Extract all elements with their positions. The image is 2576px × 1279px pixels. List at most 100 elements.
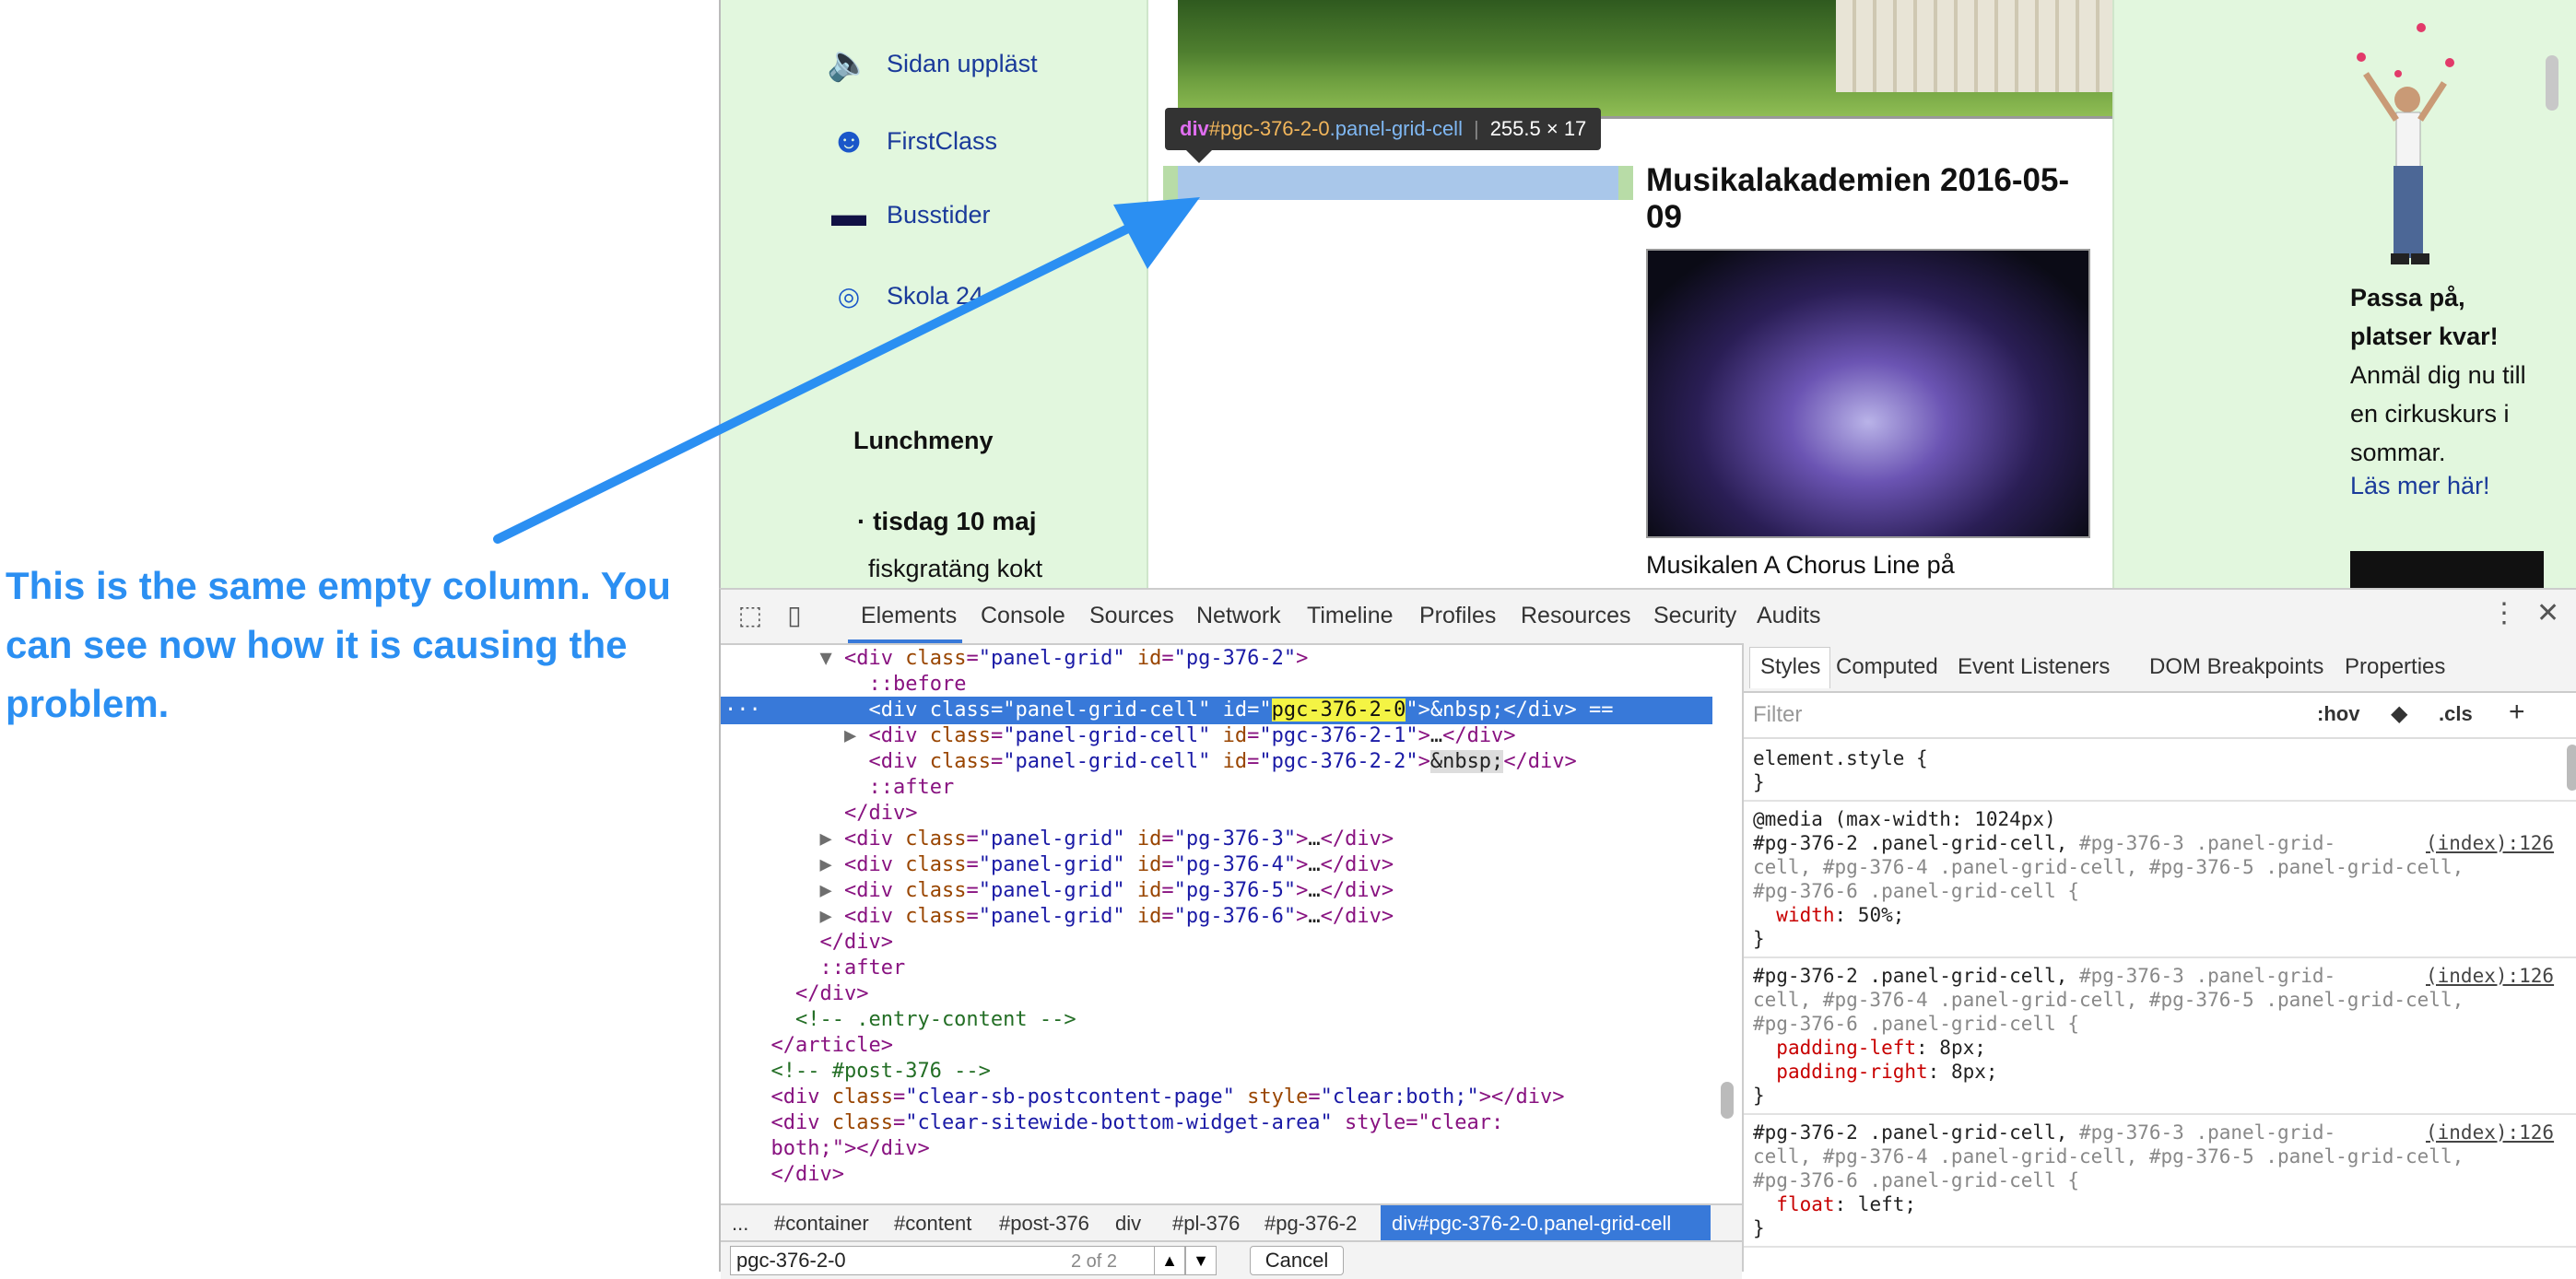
- dom-node[interactable]: </div>: [795, 980, 868, 1008]
- tab-elements[interactable]: Elements: [861, 603, 957, 629]
- search-next-button[interactable]: ▼: [1185, 1246, 1217, 1275]
- dom-node-selected[interactable]: <div class="panel-grid-cell" id="pgc-376…: [869, 697, 1614, 724]
- promo-thumbnail[interactable]: [2350, 551, 2544, 588]
- rule-selector[interactable]: #pg-376-2 .panel-grid-cell, #pg-376-3 .p…: [1753, 831, 2554, 855]
- media-query[interactable]: @media (max-width: 1024px): [1753, 807, 2056, 831]
- cls-toggle[interactable]: .cls: [2439, 702, 2473, 726]
- styles-filter-input[interactable]: Filter: [1753, 702, 1802, 728]
- styles-scrollbar[interactable]: [2567, 745, 2576, 791]
- dom-node[interactable]: <!-- #post-376 -->: [771, 1058, 991, 1085]
- styles-tab-dom-breakpoints[interactable]: DOM Breakpoints: [2149, 654, 2323, 680]
- new-rule-button[interactable]: +: [2509, 697, 2525, 728]
- rule-selector-cont[interactable]: cell, #pg-376-4 .panel-grid-cell, #pg-37…: [1753, 988, 2464, 1012]
- close-icon[interactable]: ✕: [2536, 597, 2559, 629]
- elements-tree[interactable]: <div class="panel-grid-cell" id="pgc-376…: [721, 643, 1742, 1207]
- tab-resources[interactable]: Resources: [1521, 603, 1631, 629]
- rule-selector-cont[interactable]: #pg-376-6 .panel-grid-cell {: [1753, 879, 2079, 903]
- concert-image[interactable]: [1646, 249, 2090, 538]
- rule-selector-cont[interactable]: cell, #pg-376-4 .panel-grid-cell, #pg-37…: [1753, 1144, 2464, 1168]
- breadcrumb-item[interactable]: #pl-376: [1172, 1212, 1240, 1236]
- elements-scrollbar[interactable]: [1721, 1082, 1734, 1119]
- dom-node[interactable]: both;"></div>: [771, 1135, 930, 1163]
- rule-selector[interactable]: #pg-376-2 .panel-grid-cell, #pg-376-3 .p…: [1753, 1121, 2554, 1144]
- read-more-link[interactable]: Läs mer här!: [2350, 472, 2490, 500]
- paint-icon[interactable]: ◆: [2391, 700, 2407, 727]
- styles-tab-properties[interactable]: Properties: [2345, 654, 2445, 680]
- device-mode-icon[interactable]: ▯: [778, 599, 811, 632]
- breadcrumb: div#pgc-376-2-0.panel-grid-cell ... #cont…: [721, 1203, 1742, 1242]
- page-scrollbar[interactable]: [2546, 55, 2558, 111]
- sidebar-item-busstider[interactable]: ▬ Busstider: [824, 190, 991, 240]
- tooltip-tag: div: [1180, 117, 1209, 140]
- expand-triangle-icon[interactable]: ▶: [820, 905, 832, 928]
- dom-node[interactable]: ::after: [869, 774, 955, 802]
- tab-sources[interactable]: Sources: [1089, 603, 1174, 629]
- dom-node[interactable]: <div class="panel-grid-cell" id="pgc-376…: [869, 748, 1577, 776]
- breadcrumb-item[interactable]: #container: [774, 1212, 869, 1236]
- sidebar-item-skola24[interactable]: ◎ Skola 24: [824, 271, 983, 321]
- breadcrumb-item[interactable]: ...: [732, 1212, 748, 1236]
- sidebar-item-label: Sidan uppläst: [887, 49, 1038, 77]
- lunch-day: · tisdag 10 maj: [857, 507, 1037, 535]
- sidebar-item-sidan-upplast[interactable]: 🔈 Sidan uppläst: [824, 39, 1038, 88]
- element-style-selector[interactable]: element.style {: [1753, 746, 1928, 770]
- rule-selector-cont[interactable]: #pg-376-6 .panel-grid-cell {: [1753, 1012, 2079, 1036]
- expand-triangle-icon[interactable]: ▶: [820, 853, 832, 876]
- expand-triangle-icon[interactable]: ▼: [820, 647, 832, 670]
- hov-toggle[interactable]: :hov: [2317, 702, 2359, 726]
- styles-tab-computed[interactable]: Computed: [1836, 654, 1938, 680]
- dom-node[interactable]: ▶ <div class="panel-grid-cell" id="pgc-3…: [844, 722, 1516, 750]
- cell-padding-right: [1618, 166, 1633, 200]
- expand-triangle-icon[interactable]: ▶: [820, 879, 832, 902]
- dom-node[interactable]: </div>: [844, 800, 917, 827]
- dom-node[interactable]: ▶ <div class="panel-grid" id="pg-376-6">…: [820, 903, 1394, 931]
- breadcrumb-item[interactable]: #post-376: [999, 1212, 1089, 1236]
- styles-tab-event-listeners[interactable]: Event Listeners: [1958, 654, 2110, 680]
- breadcrumb-item[interactable]: #pg-376-2: [1264, 1212, 1357, 1236]
- rule-selector-cont[interactable]: cell, #pg-376-4 .panel-grid-cell, #pg-37…: [1753, 855, 2464, 879]
- rule-close[interactable]: }: [1753, 927, 1765, 951]
- cell-padding-left: [1163, 166, 1178, 200]
- expand-triangle-icon[interactable]: ▶: [820, 827, 832, 851]
- tab-console[interactable]: Console: [981, 603, 1065, 629]
- cancel-button[interactable]: Cancel: [1250, 1246, 1344, 1275]
- sidebar-item-firstclass[interactable]: ☻ FirstClass: [824, 116, 997, 166]
- dom-node[interactable]: </article>: [771, 1032, 893, 1060]
- breadcrumb-item[interactable]: #content: [894, 1212, 971, 1236]
- rule-close[interactable]: }: [1753, 1084, 1765, 1108]
- tab-profiles[interactable]: Profiles: [1419, 603, 1496, 629]
- style-property[interactable]: float: left;: [1753, 1192, 1916, 1216]
- dom-node[interactable]: <!-- .entry-content -->: [795, 1006, 1076, 1034]
- dom-node[interactable]: <div class="clear-sb-postcontent-page" s…: [771, 1084, 1565, 1111]
- expand-triangle-icon[interactable]: ▶: [844, 724, 856, 747]
- breadcrumb-item[interactable]: div: [1115, 1212, 1141, 1236]
- tooltip-id: #pgc-376-2-0: [1208, 117, 1330, 140]
- search-prev-button[interactable]: ▲: [1154, 1246, 1185, 1275]
- article-title[interactable]: Musikalakademien 2016-05-09: [1646, 162, 2098, 236]
- more-options-icon[interactable]: ⋮: [2490, 597, 2518, 629]
- inspect-element-icon[interactable]: ⬚: [734, 599, 767, 632]
- selected-dom-node[interactable]: <div class="panel-grid-cell" id="pgc-376…: [721, 697, 1712, 724]
- tab-security[interactable]: Security: [1653, 603, 1736, 629]
- rule-selector-cont[interactable]: #pg-376-6 .panel-grid-cell {: [1753, 1168, 2079, 1192]
- dom-node[interactable]: ::before: [869, 671, 967, 698]
- breadcrumb-selected[interactable]: div#pgc-376-2-0.panel-grid-cell: [1381, 1205, 1711, 1242]
- styles-tab-styles[interactable]: Styles: [1760, 654, 1820, 680]
- dom-node[interactable]: </div>: [771, 1161, 844, 1189]
- dom-node[interactable]: <div class="clear-sitewide-bottom-widget…: [771, 1109, 1504, 1137]
- rule-close[interactable]: }: [1753, 1216, 1765, 1240]
- dom-node[interactable]: ::after: [820, 955, 906, 982]
- tab-timeline[interactable]: Timeline: [1307, 603, 1394, 629]
- rule-close[interactable]: }: [1753, 770, 1765, 794]
- dom-node[interactable]: ▶ <div class="panel-grid" id="pg-376-3">…: [820, 826, 1394, 853]
- style-property[interactable]: width: 50%;: [1753, 903, 1904, 927]
- tab-network[interactable]: Network: [1196, 603, 1281, 629]
- tab-audits[interactable]: Audits: [1757, 603, 1820, 629]
- dom-node[interactable]: ▶ <div class="panel-grid" id="pg-376-5">…: [820, 877, 1394, 905]
- dom-node[interactable]: ▶ <div class="panel-grid" id="pg-376-4">…: [820, 851, 1394, 879]
- rule-selector[interactable]: #pg-376-2 .panel-grid-cell, #pg-376-3 .p…: [1753, 964, 2554, 988]
- dom-node[interactable]: ▼ <div class="panel-grid" id="pg-376-2">: [820, 645, 1309, 673]
- style-property[interactable]: padding-left: 8px;: [1753, 1036, 1986, 1060]
- style-property[interactable]: padding-right: 8px;: [1753, 1060, 1997, 1084]
- dom-node[interactable]: </div>: [820, 929, 893, 956]
